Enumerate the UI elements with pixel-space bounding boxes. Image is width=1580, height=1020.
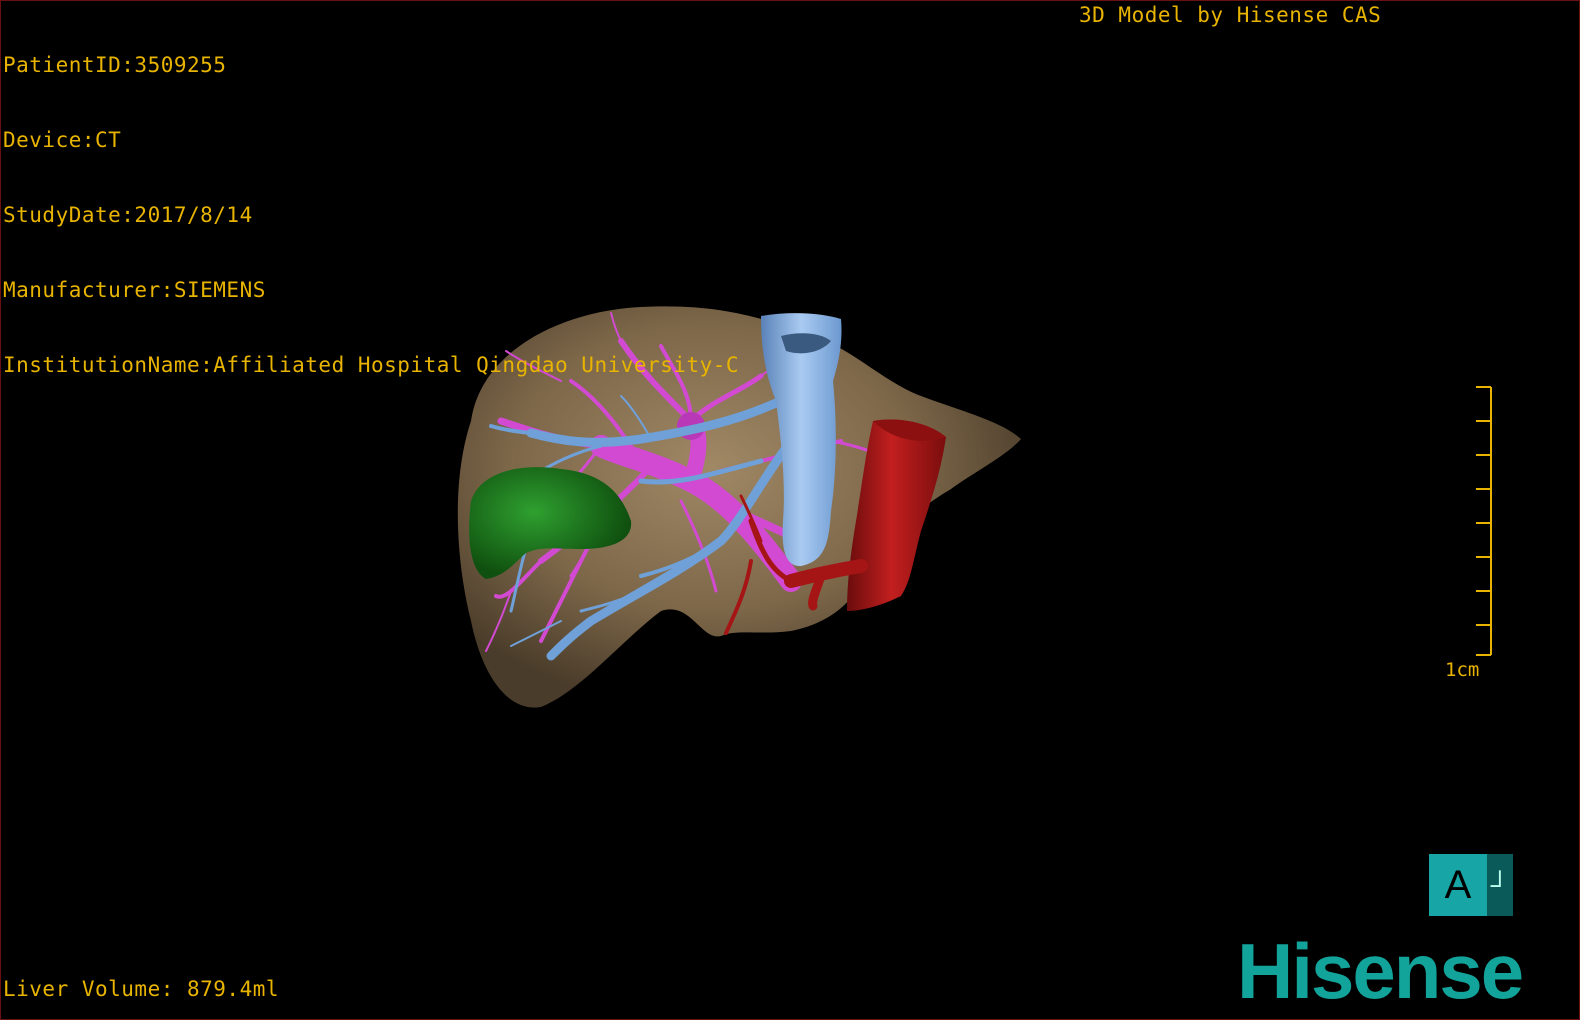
orientation-cube[interactable]: A ┘ — [1429, 854, 1513, 916]
dicom-info-block: PatientID:3509255 Device:CT StudyDate:20… — [3, 3, 739, 428]
device-text: Device:CT — [3, 128, 122, 152]
scale-bar — [1476, 386, 1492, 656]
model-credit-text: 3D Model by Hisense CAS — [1079, 3, 1382, 27]
manufacturer-text: Manufacturer:SIEMENS — [3, 278, 266, 302]
liver-volume-text: Liver Volume: 879.4ml — [3, 977, 280, 1001]
orientation-face-label: A — [1429, 854, 1487, 916]
orientation-side-label: ┘ — [1487, 854, 1513, 916]
study-date-text: StudyDate:2017/8/14 — [3, 203, 253, 227]
patient-id-text: PatientID:3509255 — [3, 53, 227, 77]
scale-bar-label: 1cm — [1445, 659, 1480, 681]
3d-viewport[interactable]: PatientID:3509255 Device:CT StudyDate:20… — [0, 0, 1580, 1020]
hisense-logo: Hisense — [1237, 927, 1524, 1015]
institution-text: InstitutionName:Affiliated Hospital Qing… — [3, 353, 740, 377]
